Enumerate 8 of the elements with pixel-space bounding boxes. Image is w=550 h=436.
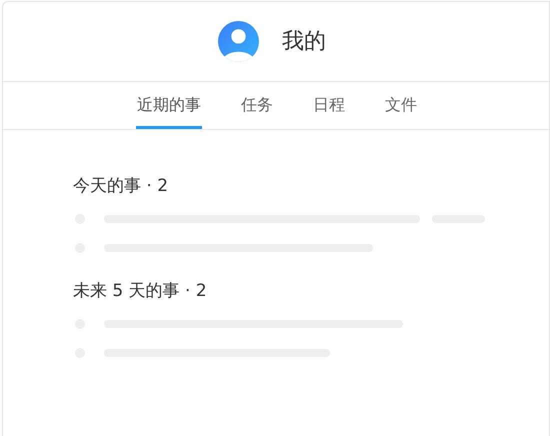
section-title: 今天的事 · 2 [73,175,168,198]
tab[interactable]: 日程 [312,82,346,129]
tab[interactable]: 文件 [384,82,418,129]
tab[interactable]: 任务 [240,82,274,129]
section-title: 未来 5 天的事 · 2 [73,280,207,303]
avatar-icon [218,21,259,62]
page-title: 我的 [282,28,326,56]
tab[interactable]: 近期的事 [136,82,202,129]
